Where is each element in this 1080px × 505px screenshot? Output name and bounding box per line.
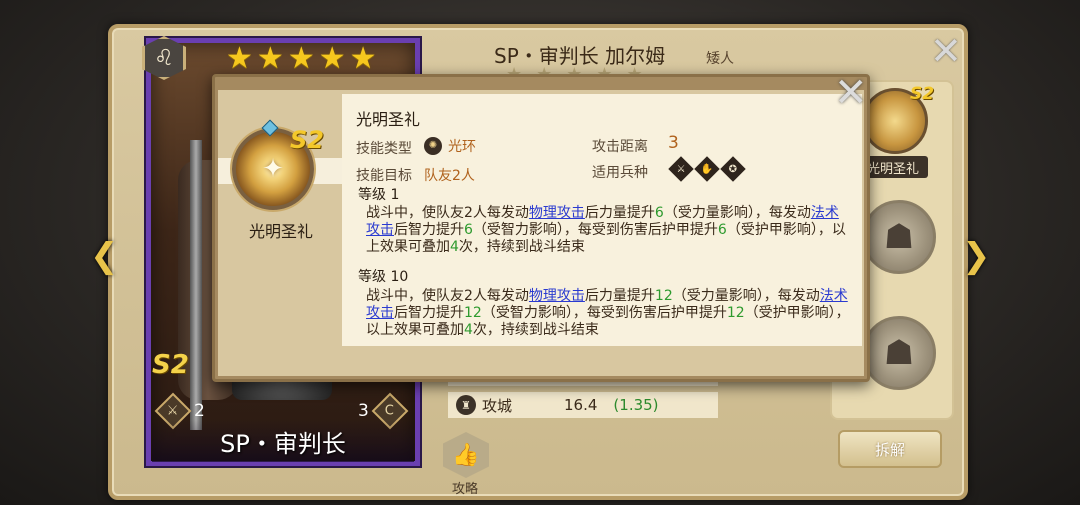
target-label: 技能目标 bbox=[356, 168, 412, 184]
guide-label[interactable]: 攻略 bbox=[452, 478, 478, 497]
card-hero-name: SP・审判长 bbox=[152, 420, 414, 462]
siege-icon: ♜ bbox=[456, 395, 476, 415]
range-label: 攻击距离 bbox=[592, 139, 648, 155]
star-icon: ★ bbox=[287, 41, 315, 76]
magic-troop-icon: ✪ bbox=[720, 156, 746, 182]
siege-bonus: (1.35) bbox=[613, 396, 659, 414]
popup-skill-caption: 光明圣礼 bbox=[248, 222, 313, 241]
close-panel-icon[interactable]: ✕ bbox=[930, 32, 962, 70]
hand-troop-icon: ✋ bbox=[694, 156, 720, 182]
type-value: 光环 bbox=[448, 139, 476, 155]
siege-value: 16.4 bbox=[564, 396, 598, 414]
hero-star-rating: ★ ★ ★ ★ ★ bbox=[226, 44, 377, 74]
siege-label: 攻城 bbox=[482, 396, 513, 415]
sword-troop-icon: ⚔ bbox=[668, 156, 694, 182]
siege-stat-row: ♜ 攻城 16.4 (1.35) bbox=[448, 392, 718, 418]
star-icon: ★ bbox=[256, 41, 284, 76]
level1-label: 等级 1 bbox=[358, 187, 400, 203]
star-icon: ★ bbox=[226, 41, 253, 76]
star-icon: ★ bbox=[318, 41, 346, 76]
level10-label: 等级 10 bbox=[358, 269, 409, 285]
type-value-group: ✺ 光环 bbox=[424, 136, 476, 156]
popup-skill-tier: S2 bbox=[290, 126, 324, 154]
physical-attack-link[interactable]: 物理攻击 bbox=[529, 205, 585, 221]
level1-desc: 战斗中，使队友2人每发动物理攻击后力量提升6（受力量影响），每发动法术攻击后智力… bbox=[366, 205, 846, 255]
hero-art-staff bbox=[190, 140, 202, 430]
skill-slot-tier: S2 bbox=[910, 84, 935, 104]
hero-race: 矮人 bbox=[706, 51, 734, 67]
prev-arrow-icon[interactable]: ❮ bbox=[90, 236, 119, 276]
next-arrow-icon[interactable]: ❯ bbox=[962, 236, 991, 276]
card-right-stat-value: 3 bbox=[358, 401, 369, 421]
target-value: 队友2人 bbox=[424, 168, 475, 184]
aura-icon: ✺ bbox=[424, 137, 442, 155]
close-popup-icon[interactable]: ✕ bbox=[834, 73, 868, 113]
locked-skill-icon[interactable]: ☗ bbox=[862, 200, 936, 274]
star-icon: ★ bbox=[349, 41, 377, 76]
locked-skill-icon[interactable]: ☗ bbox=[862, 316, 936, 390]
disband-button[interactable]: 拆解 bbox=[838, 430, 942, 468]
type-label: 技能类型 bbox=[356, 141, 412, 157]
physical-attack-link[interactable]: 物理攻击 bbox=[529, 288, 585, 304]
range-value: 3 bbox=[668, 133, 679, 153]
troop-icons: ⚔ ✋ ✪ bbox=[668, 156, 746, 182]
level10-desc: 战斗中，使队友2人每发动物理攻击后力量提升12（受力量影响），每发动法术攻击后智… bbox=[366, 288, 850, 338]
card-skill-tier: S2 bbox=[152, 350, 189, 380]
troop-label: 适用兵种 bbox=[592, 165, 648, 181]
card-left-stat-value: 2 bbox=[194, 401, 205, 421]
popup-skill-name: 光明圣礼 bbox=[356, 110, 421, 129]
